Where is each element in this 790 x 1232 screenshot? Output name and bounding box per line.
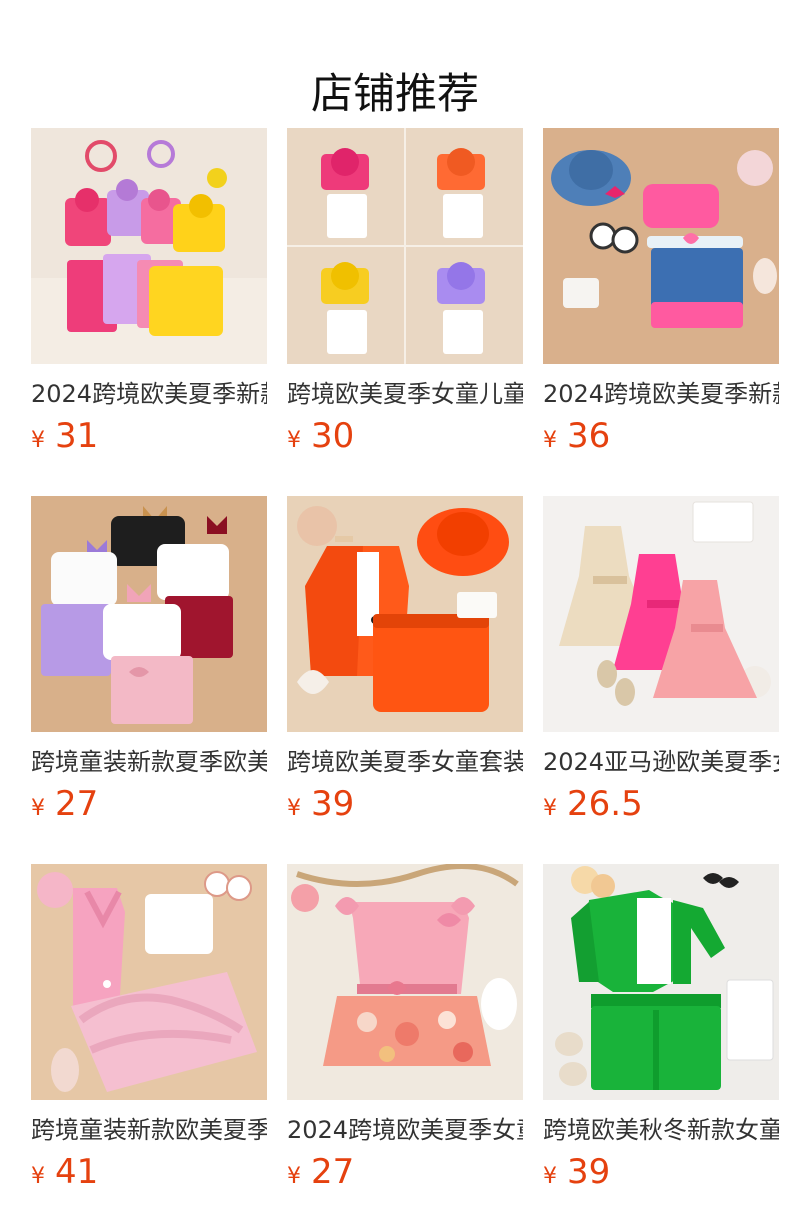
product-title[interactable]: 跨境欧美夏季女童儿童套装 bbox=[287, 378, 523, 410]
product-title[interactable]: 跨境童装新款欧美夏季女童套装 bbox=[31, 1114, 267, 1146]
product-card[interactable]: 2024亚马逊欧美夏季女童连衣裙 ¥26.5 bbox=[543, 496, 779, 824]
product-card[interactable]: 2024跨境欧美夏季女童套装 ¥27 bbox=[287, 864, 523, 1192]
product-image[interactable] bbox=[287, 128, 523, 364]
product-price: ¥27 bbox=[287, 1152, 523, 1192]
currency-symbol: ¥ bbox=[31, 796, 45, 821]
product-price: ¥39 bbox=[287, 784, 523, 824]
product-card[interactable]: 跨境童装新款欧美夏季女童套装 ¥41 bbox=[31, 864, 267, 1192]
product-image[interactable] bbox=[31, 496, 267, 732]
price-value: 39 bbox=[567, 1152, 611, 1192]
currency-symbol: ¥ bbox=[31, 1164, 45, 1189]
product-card[interactable]: 跨境童装新款夏季欧美女童套装 ¥27 bbox=[31, 496, 267, 824]
product-title[interactable]: 2024跨境欧美夏季新款女童套装 bbox=[543, 378, 779, 410]
product-title[interactable]: 2024跨境欧美夏季新款女童套装 bbox=[31, 378, 267, 410]
product-image[interactable] bbox=[31, 128, 267, 364]
currency-symbol: ¥ bbox=[543, 1164, 557, 1189]
product-title[interactable]: 跨境童装新款夏季欧美女童套装 bbox=[31, 746, 267, 778]
product-image[interactable] bbox=[543, 128, 779, 364]
product-image[interactable] bbox=[287, 496, 523, 732]
product-title[interactable]: 2024亚马逊欧美夏季女童连衣裙 bbox=[543, 746, 779, 778]
price-value: 41 bbox=[55, 1152, 99, 1192]
product-price: ¥31 bbox=[31, 416, 267, 456]
price-value: 30 bbox=[311, 416, 355, 456]
product-card[interactable]: 2024跨境欧美夏季新款女童套装 ¥36 bbox=[543, 128, 779, 456]
product-grid: 2024跨境欧美夏季新款女童套装 ¥31 bbox=[31, 128, 779, 1192]
product-image[interactable] bbox=[543, 496, 779, 732]
product-price: ¥26.5 bbox=[543, 784, 779, 824]
price-value: 31 bbox=[55, 416, 99, 456]
product-price: ¥36 bbox=[543, 416, 779, 456]
price-value: 39 bbox=[311, 784, 355, 824]
currency-symbol: ¥ bbox=[287, 796, 301, 821]
currency-symbol: ¥ bbox=[543, 796, 557, 821]
page-title: 店铺推荐 bbox=[310, 69, 479, 119]
product-card[interactable]: 跨境欧美夏季女童套装 ¥39 bbox=[287, 496, 523, 824]
product-image[interactable] bbox=[543, 864, 779, 1100]
product-price: ¥39 bbox=[543, 1152, 779, 1192]
product-title[interactable]: 2024跨境欧美夏季女童套装 bbox=[287, 1114, 523, 1146]
currency-symbol: ¥ bbox=[543, 428, 557, 453]
product-image[interactable] bbox=[287, 864, 523, 1100]
product-title[interactable]: 跨境欧美秋冬新款女童套装 bbox=[543, 1114, 779, 1146]
price-value: 27 bbox=[311, 1152, 355, 1192]
currency-symbol: ¥ bbox=[287, 428, 301, 453]
product-card[interactable]: 跨境欧美夏季女童儿童套装 ¥30 bbox=[287, 128, 523, 456]
price-value: 36 bbox=[567, 416, 611, 456]
currency-symbol: ¥ bbox=[287, 1164, 301, 1189]
price-value: 27 bbox=[55, 784, 99, 824]
product-price: ¥27 bbox=[31, 784, 267, 824]
product-card[interactable]: 2024跨境欧美夏季新款女童套装 ¥31 bbox=[31, 128, 267, 456]
price-value: 26.5 bbox=[567, 784, 643, 824]
product-image[interactable] bbox=[31, 864, 267, 1100]
product-price: ¥41 bbox=[31, 1152, 267, 1192]
product-title[interactable]: 跨境欧美夏季女童套装 bbox=[287, 746, 523, 778]
currency-symbol: ¥ bbox=[31, 428, 45, 453]
product-card[interactable]: 跨境欧美秋冬新款女童套装 ¥39 bbox=[543, 864, 779, 1192]
product-price: ¥30 bbox=[287, 416, 523, 456]
